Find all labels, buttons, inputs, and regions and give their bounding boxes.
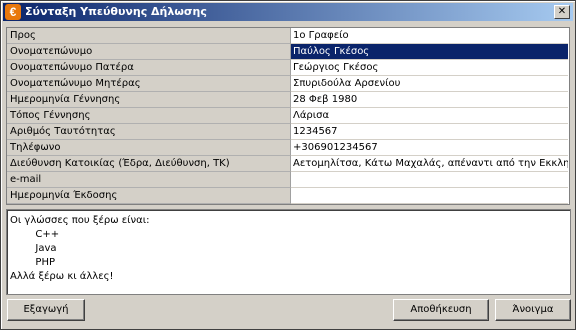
row-value-field[interactable]: Αετομηλίτσα, Κάτω Μαχαλάς, απέναντι από … [291,156,568,172]
row-value-field[interactable]: Γεώργιος Γκέσος [291,60,568,76]
row-value-field[interactable]: +306901234567 [291,140,568,156]
grid-row: Ονοματεπώνυμο Παύλος Γκέσος [7,44,569,60]
row-value-field[interactable]: Παύλος Γκέσος [291,44,568,60]
row-value-field[interactable]: 1ο Γραφείο [291,28,568,44]
grid-row: Τόπος Γέννησης Λάρισα [7,108,569,124]
row-label: Αριθμός Ταυτότητας [7,124,291,140]
row-value-field[interactable]: 28 Φεβ 1980 [291,92,568,108]
row-label: Ημερομηνία Έκδοσης [7,188,291,204]
row-label: Προς [7,28,291,44]
grid-row: Προς 1ο Γραφείο [7,28,569,44]
grid-row: Τηλέφωνο +306901234567 [7,140,569,156]
row-label: Ονοματεπώνυμο Μητέρας [7,76,291,92]
grid-row: e-mail [7,172,569,188]
notes-line: Java [10,243,57,254]
row-label: Ονοματεπώνυμο Πατέρα [7,60,291,76]
row-label: Ημερομηνία Γέννησης [7,92,291,108]
notes-line: C++ [10,229,60,240]
row-label: Τηλέφωνο [7,140,291,156]
export-button[interactable]: Εξαγωγή [7,299,85,321]
row-value-field[interactable]: Λάρισα [291,108,568,124]
window-title: Σύνταξη Υπεύθυνης Δήλωσης [25,5,207,18]
row-label: Διεύθυνση Κατοικίας (Έδρα, Διεύθυνση, ΤΚ… [7,156,291,172]
close-button[interactable]: ✕ [554,5,570,19]
notes-textarea[interactable]: Οι γλώσσες που ξέρω είναι: C++ Java PHP … [6,209,571,295]
notes-line: PHP [10,257,56,268]
grid-row: Ημερομηνία Έκδοσης [7,188,569,204]
dialog-window: € Σύνταξη Υπεύθυνης Δήλωσης ✕ Προς 1ο Γρ… [0,0,576,330]
open-button[interactable]: Άνοιγμα [495,299,571,321]
row-value-field[interactable] [291,188,568,204]
grid-row: Αριθμός Ταυτότητας 1234567 [7,124,569,140]
row-label: e-mail [7,172,291,188]
grid-row: Διεύθυνση Κατοικίας (Έδρα, Διεύθυνση, ΤΚ… [7,156,569,172]
grid-row: Ονοματεπώνυμο Πατέρα Γεώργιος Γκέσος [7,60,569,76]
save-button[interactable]: Αποθήκευση [393,299,489,321]
title-bar[interactable]: € Σύνταξη Υπεύθυνης Δήλωσης ✕ [3,3,573,21]
row-value-field[interactable]: 1234567 [291,124,568,140]
row-value-field[interactable] [291,172,568,188]
grid-row: Ημερομηνία Γέννησης 28 Φεβ 1980 [7,92,569,108]
notes-line: Οι γλώσσες που ξέρω είναι: [10,215,150,226]
app-euro-icon: € [5,4,21,20]
notes-line: Αλλά ξέρω κι άλλες! [10,271,114,282]
row-label: Ονοματεπώνυμο [7,44,291,60]
property-grid: Προς 1ο Γραφείο Ονοματεπώνυμο Παύλος Γκέ… [6,27,570,205]
row-label: Τόπος Γέννησης [7,108,291,124]
row-value-field[interactable]: Σπυριδούλα Αρσενίου [291,76,568,92]
grid-row: Ονοματεπώνυμο Μητέρας Σπυριδούλα Αρσενίο… [7,76,569,92]
